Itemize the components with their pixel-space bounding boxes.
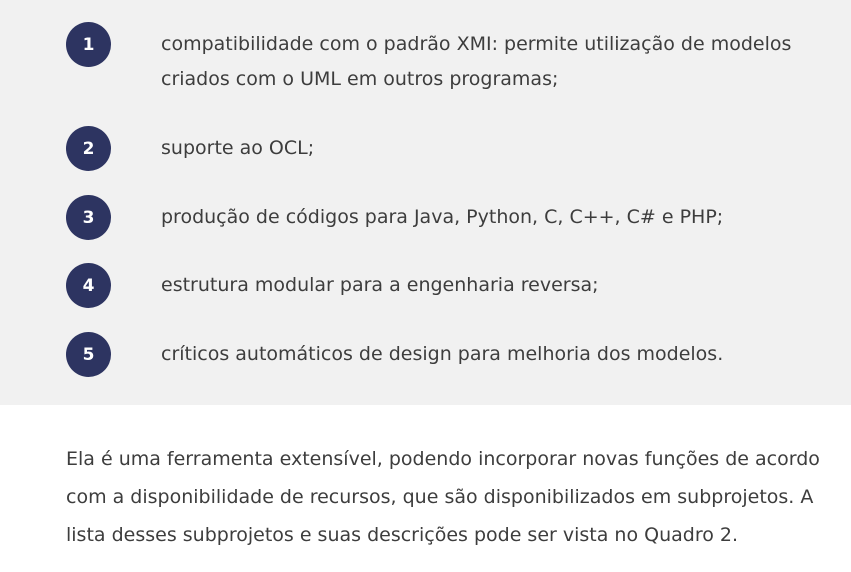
list-item-text: compatibilidade com o padrão XMI: permit… [161,33,792,90]
number-badge: 5 [66,332,111,377]
number-badge: 4 [66,263,111,308]
list-item-text: suporte ao OCL; [161,137,315,159]
numbered-list-panel: 1 compatibilidade com o padrão XMI: perm… [0,0,851,405]
number-badge: 1 [66,22,111,67]
list-item-text: críticos automáticos de design para melh… [161,343,724,365]
list-item-text: estrutura modular para a engenharia reve… [161,274,599,296]
number-badge: 3 [66,195,111,240]
body-paragraph: Ela é uma ferramenta extensível, podendo… [66,448,820,546]
list-item-text: produção de códigos para Java, Python, C… [161,206,724,228]
number-badge: 2 [66,126,111,171]
